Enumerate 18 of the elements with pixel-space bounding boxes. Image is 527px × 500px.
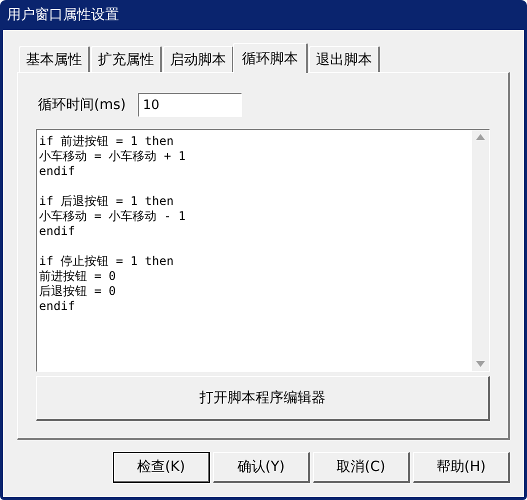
scrollbar[interactable]	[472, 130, 489, 371]
tab[interactable]: 基本属性	[19, 46, 90, 72]
dialog-button[interactable]: 检查(K)	[113, 452, 210, 483]
tab[interactable]: 循环脚本	[233, 43, 308, 73]
window-title: 用户窗口属性设置	[6, 6, 120, 25]
open-editor-button[interactable]: 打开脚本程序编辑器	[36, 376, 490, 421]
cycle-time-field[interactable]: 10	[138, 93, 242, 117]
tab[interactable]: 扩充属性	[91, 46, 162, 72]
script-editor[interactable]: if 前进按钮 = 1 then 小车移动 = 小车移动 + 1 endif if 后退按钮 = 1 then 小车移动 = 小车移动 - 1 endif if 停止按钮 = 1 then 前进按钮 = 0 后退按钮 = 0 endif	[36, 129, 490, 372]
dialog-button[interactable]: 帮助(H)	[413, 452, 510, 483]
tab[interactable]: 退出脚本	[309, 46, 380, 72]
dialog-button[interactable]: 确认(Y)	[213, 452, 310, 483]
dialog-button[interactable]: 取消(C)	[313, 452, 410, 483]
tab[interactable]: 启动脚本	[163, 46, 234, 72]
scroll-down-icon[interactable]	[476, 361, 485, 367]
scroll-up-icon[interactable]	[476, 134, 485, 140]
script-text: if 前进按钮 = 1 then 小车移动 = 小车移动 + 1 endif if 后退按钮 = 1 then 小车移动 = 小车移动 - 1 endif if 停止按钮 = 1 then 前进按钮 = 0 后退按钮 = 0 endif	[38, 133, 187, 315]
cycle-time-label: 循环时间(ms)	[38, 96, 126, 114]
